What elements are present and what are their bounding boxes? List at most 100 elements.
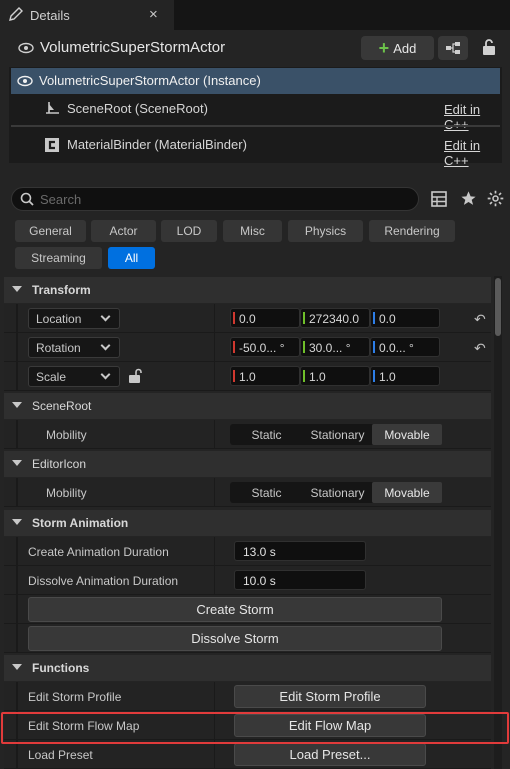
filter-actor[interactable]: Actor [91, 220, 156, 242]
column-divider [214, 304, 215, 333]
mobility-movable[interactable]: Movable [372, 424, 442, 445]
category-functions[interactable]: Functions [4, 655, 491, 681]
indent-bar [16, 420, 18, 449]
scrollbar[interactable] [494, 276, 502, 769]
z-axis-bar [373, 312, 375, 324]
create-storm-button[interactable]: Create Storm [28, 597, 442, 622]
property-label: Mobility [46, 486, 87, 500]
filter-general[interactable]: General [15, 220, 86, 242]
filter-rendering[interactable]: Rendering [369, 220, 455, 242]
table-view-icon[interactable] [431, 191, 447, 210]
scale-x-field[interactable]: 1.0 [230, 366, 300, 386]
mobility-selector: Static Stationary Movable [230, 482, 442, 503]
edit-storm-profile-button[interactable]: Edit Storm Profile [234, 685, 426, 708]
rotation-z-field[interactable]: 0.0... ° [370, 337, 440, 357]
lock-icon[interactable] [481, 38, 497, 59]
column-divider [214, 740, 215, 769]
tab-details[interactable]: Details × [0, 0, 174, 30]
category-sceneroot[interactable]: SceneRoot [4, 393, 491, 419]
search-placeholder: Search [40, 192, 82, 207]
edit-in-cpp-link[interactable]: Edit in C++ [444, 138, 500, 168]
hierarchy-icon [445, 41, 461, 58]
filter-streaming[interactable]: Streaming [15, 247, 102, 269]
indent-bar [16, 537, 18, 566]
dropdown-value: Location [36, 312, 82, 326]
property-row-edit-storm-profile: Edit Storm Profile Edit Storm Profile [4, 682, 491, 711]
edit-flow-map-button[interactable]: Edit Flow Map [234, 714, 426, 737]
cpp-component-icon [44, 137, 60, 156]
mobility-static[interactable]: Static [230, 482, 303, 503]
property-label: Mobility [46, 428, 87, 442]
load-preset-button[interactable]: Load Preset... [234, 743, 426, 766]
eye-icon[interactable] [18, 41, 34, 58]
indent-bar [16, 362, 18, 391]
indent-bar [16, 740, 18, 769]
component-instance-label: VolumetricSuperStormActor (Instance) [39, 73, 261, 88]
field-value: 13.0 s [243, 545, 276, 559]
close-icon[interactable]: × [149, 6, 158, 23]
x-axis-bar [233, 370, 235, 382]
create-duration-field[interactable]: 13.0 s [234, 541, 366, 561]
component-instance[interactable]: VolumetricSuperStormActor (Instance) [11, 68, 500, 94]
actor-header: VolumetricSuperStormActor + Add [0, 34, 510, 62]
indent-bar [16, 333, 18, 362]
mobility-stationary[interactable]: Stationary [303, 424, 372, 445]
filter-lod[interactable]: LOD [161, 220, 217, 242]
component-item-label: SceneRoot (SceneRoot) [67, 101, 208, 116]
search-input[interactable]: Search [11, 187, 419, 211]
column-divider [214, 420, 215, 449]
mobility-stationary[interactable]: Stationary [303, 482, 372, 503]
filter-misc[interactable]: Misc [223, 220, 282, 242]
filter-physics[interactable]: Physics [288, 220, 363, 242]
component-item-materialbinder[interactable]: MaterialBinder (MaterialBinder) Edit in … [11, 130, 500, 168]
location-y-field[interactable]: 272340.0 [300, 308, 370, 328]
component-item-sceneroot[interactable]: SceneRoot (SceneRoot) Edit in C++ [11, 94, 500, 132]
mobility-static[interactable]: Static [230, 424, 303, 445]
filter-all[interactable]: All [108, 247, 155, 269]
mobility-movable[interactable]: Movable [372, 482, 442, 503]
indent-bar [16, 478, 18, 507]
scale-mode-dropdown[interactable]: Scale [28, 366, 120, 387]
scale-y-field[interactable]: 1.0 [300, 366, 370, 386]
edit-in-cpp-link[interactable]: Edit in C++ [444, 102, 500, 132]
add-component-button[interactable]: + Add [361, 36, 434, 60]
scale-z-field[interactable]: 1.0 [370, 366, 440, 386]
property-row-create-duration: Create Animation Duration 13.0 s [4, 537, 491, 566]
expand-arrow-icon [12, 286, 22, 292]
dissolve-storm-button[interactable]: Dissolve Storm [28, 626, 442, 651]
rotation-mode-dropdown[interactable]: Rotation [28, 337, 120, 358]
location-mode-dropdown[interactable]: Location [28, 308, 120, 329]
divider [11, 125, 500, 127]
dropdown-value: Rotation [36, 341, 81, 355]
blueprint-button[interactable] [438, 36, 468, 60]
reset-arrow-icon[interactable]: ↶ [474, 340, 486, 357]
category-editoricon[interactable]: EditorIcon [4, 451, 491, 477]
field-value: 0.0 [379, 312, 396, 326]
reset-arrow-icon[interactable]: ↶ [474, 311, 486, 328]
mobility-selector: Static Stationary Movable [230, 424, 442, 445]
field-value: 1.0 [309, 370, 326, 384]
dissolve-duration-field[interactable]: 10.0 s [234, 570, 366, 590]
rotation-y-field[interactable]: 30.0... ° [300, 337, 370, 357]
gear-icon[interactable] [487, 190, 504, 210]
field-value: 0.0... ° [379, 341, 414, 355]
category-storm-animation[interactable]: Storm Animation [4, 510, 491, 536]
indent-bar [16, 566, 18, 595]
chevron-down-icon [100, 340, 111, 351]
property-row-rotation: Rotation -50.0... ° 30.0... ° 0.0... ° ↶ [4, 333, 491, 362]
property-row-location: Location 0.0 272340.0 0.0 ↶ [4, 304, 491, 333]
scrollbar-thumb[interactable] [495, 278, 501, 336]
location-x-field[interactable]: 0.0 [230, 308, 300, 328]
star-icon[interactable] [460, 190, 477, 210]
search-icon [20, 192, 34, 209]
scene-component-icon [43, 101, 61, 120]
location-z-field[interactable]: 0.0 [370, 308, 440, 328]
property-row-scale: Scale 1.0 1.0 1.0 [4, 362, 491, 391]
y-axis-bar [303, 370, 305, 382]
actor-name: VolumetricSuperStormActor [40, 39, 226, 56]
unlock-icon[interactable] [128, 368, 142, 387]
column-divider [214, 333, 215, 362]
rotation-x-field[interactable]: -50.0... ° [230, 337, 300, 357]
field-value: 272340.0 [309, 312, 360, 326]
category-transform[interactable]: Transform [4, 277, 491, 303]
